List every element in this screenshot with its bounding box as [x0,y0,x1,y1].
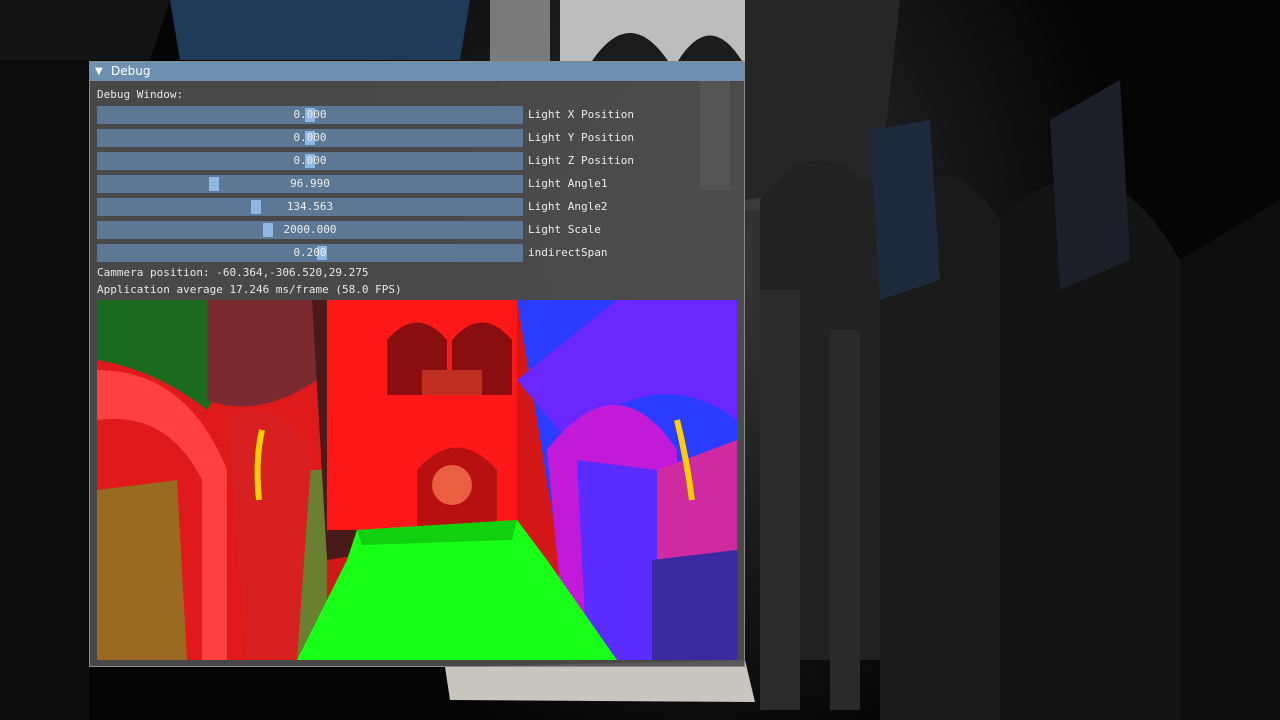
camera-position-text: Cammera position: -60.364,-306.520,29.27… [97,266,369,279]
slider-label: Light Angle1 [528,177,608,190]
slider-value: 0.000 [293,154,327,167]
slider-row[interactable]: 134.563 Light Angle2 [97,198,657,216]
slider-value: 0.200 [293,246,327,259]
window-title-bar[interactable]: ▼ Debug [90,62,744,81]
fps-text: Application average 17.246 ms/frame (58.… [97,283,402,296]
triangle-down-icon[interactable]: ▼ [95,62,107,81]
slider-track[interactable]: 0.000 [97,106,523,124]
slider-row[interactable]: 2000.000 Light Scale [97,221,657,239]
slider-row[interactable]: 0.000 Light Z Position [97,152,657,170]
slider-label: indirectSpan [528,246,608,259]
gbuffer-normal-preview [97,300,737,660]
slider-row[interactable]: 0.000 Light X Position [97,106,657,124]
slider-value: 96.990 [290,177,330,190]
window-heading: Debug Window: [97,88,184,101]
slider-track[interactable]: 0.000 [97,152,523,170]
slider-label: Light Y Position [528,131,634,144]
window-title: Debug [111,64,151,78]
slider-track[interactable]: 0.000 [97,129,523,147]
slider-value: 0.000 [293,108,327,121]
slider-row[interactable]: 0.200 indirectSpan [97,244,657,262]
slider-track[interactable]: 134.563 [97,198,523,216]
slider-label: Light Angle2 [528,200,608,213]
slider-track[interactable]: 0.200 [97,244,523,262]
normal-buffer-image [97,300,737,660]
slider-row[interactable]: 0.000 Light Y Position [97,129,657,147]
slider-value: 0.000 [293,131,327,144]
slider-track[interactable]: 96.990 [97,175,523,193]
slider-label: Light Z Position [528,154,634,167]
slider-value: 134.563 [286,200,334,213]
slider-label: Light Scale [528,223,601,236]
slider-label: Light X Position [528,108,634,121]
slider-row[interactable]: 96.990 Light Angle1 [97,175,657,193]
slider-value: 2000.000 [283,223,337,236]
debug-window[interactable]: ▼ Debug Debug Window: 0.000 Light X Posit… [89,61,745,667]
slider-track[interactable]: 2000.000 [97,221,523,239]
